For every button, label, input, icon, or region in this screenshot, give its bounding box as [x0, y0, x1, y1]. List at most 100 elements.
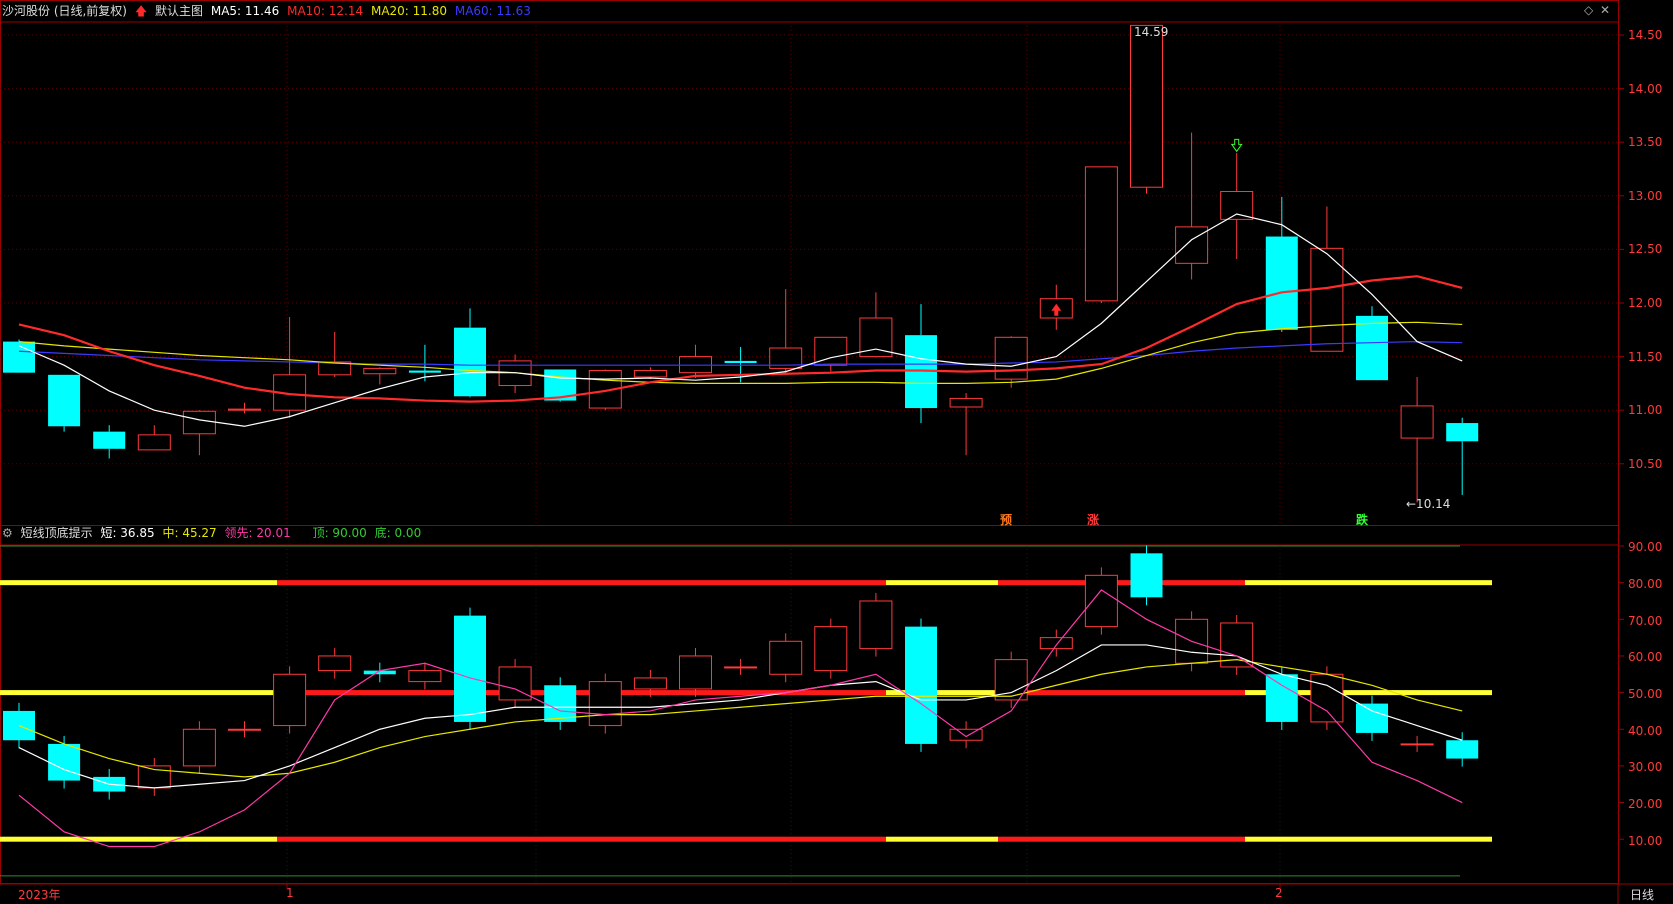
- ma5-label: MA5: 11.46: [210, 4, 280, 18]
- osc-axis-tick: 60.00: [1628, 650, 1663, 664]
- candle-body: [1400, 405, 1434, 439]
- candle-body: [949, 397, 983, 408]
- x-axis-year-label: 2023年: [18, 888, 61, 902]
- high-price-label: 14.59: [1134, 25, 1169, 39]
- price-axis-tick: 11.00: [1628, 403, 1663, 417]
- osc-axis-tick: 30.00: [1628, 760, 1663, 774]
- close-icon[interactable]: ✕: [1600, 3, 1610, 17]
- osc-candle-body: [182, 728, 216, 767]
- candle-body: [1084, 166, 1118, 302]
- candle-body: [93, 431, 126, 449]
- candle-body: [633, 370, 667, 378]
- kline-chart[interactable]: [0, 0, 1673, 904]
- candle-body: [1175, 226, 1209, 264]
- osc-candle-body: [633, 677, 667, 690]
- candle-body: [1356, 315, 1388, 381]
- pre-signal-marker: 预: [1000, 513, 1013, 527]
- candle-body: [1265, 236, 1298, 330]
- osc-candle-body: [228, 728, 261, 731]
- ma5-line: [18, 213, 1463, 427]
- osc-candle-body: [3, 710, 35, 741]
- short-value: 短: 36.85: [100, 526, 155, 540]
- indicator-title[interactable]: 短线顶底提示: [21, 526, 93, 540]
- threshold-band: [277, 580, 886, 586]
- candle-body: [724, 360, 757, 364]
- osc-candle-body: [679, 655, 712, 690]
- osc-candle-body: [1265, 674, 1298, 722]
- osc-candle-body: [814, 626, 848, 672]
- price-axis-tick: 12.00: [1628, 296, 1663, 310]
- price-axis-tick: 13.00: [1628, 189, 1663, 203]
- osc-axis-tick: 10.00: [1628, 834, 1663, 848]
- candle-body: [994, 336, 1028, 380]
- price-axis-tick: 14.50: [1628, 28, 1663, 42]
- osc-candle-body: [1130, 553, 1163, 598]
- sub-panel-header: ⚙ 短线顶底提示 短: 36.85 中: 45.27 领先: 20.01 顶: …: [2, 524, 425, 542]
- chart-template-label[interactable]: 默认主图: [155, 4, 203, 18]
- osc-candle-body: [48, 743, 81, 781]
- candle-body: [1446, 423, 1479, 442]
- settings-icon[interactable]: ⚙: [2, 526, 13, 540]
- threshold-band: [998, 836, 1245, 842]
- price-axis-tick: 14.00: [1628, 82, 1663, 96]
- diamond-icon[interactable]: ◇: [1584, 3, 1593, 17]
- main-panel-frame: [0, 0, 1619, 526]
- ma60-label: MA60: 11.63: [454, 4, 531, 18]
- osc-candle-body: [454, 615, 486, 722]
- ma10-label: MA10: 12.14: [287, 4, 364, 18]
- osc-axis-tick: 70.00: [1628, 614, 1663, 628]
- candle-body: [48, 374, 81, 427]
- candle-body: [1130, 24, 1163, 188]
- threshold-band: [0, 580, 277, 586]
- candle-body: [228, 408, 261, 411]
- low-price-label: ←10.14: [1406, 497, 1451, 511]
- threshold-band: [886, 836, 998, 842]
- threshold-band: [277, 836, 886, 842]
- osc-mid-line: [18, 659, 1463, 778]
- osc-candle-body: [408, 670, 442, 683]
- osc-candle-body: [859, 600, 893, 650]
- main-panel-header: 沙河股份 (日线,前复权) 🡅 默认主图 MA5: 11.46 MA10: 12…: [2, 2, 535, 20]
- price-axis-tick: 13.50: [1628, 135, 1663, 149]
- osc-axis-tick: 50.00: [1628, 687, 1663, 701]
- rise-signal-marker: 涨: [1087, 513, 1100, 527]
- osc-candle-body: [1400, 743, 1434, 746]
- price-axis-tick: 12.50: [1628, 242, 1663, 256]
- osc-candle-body: [1356, 703, 1388, 733]
- osc-candle-body: [588, 681, 622, 727]
- osc-candle-body: [318, 655, 352, 672]
- bottom-value: 底: 0.00: [374, 526, 422, 540]
- osc-axis-tick: 40.00: [1628, 724, 1663, 738]
- osc-candle-body: [273, 673, 307, 727]
- threshold-band: [0, 836, 277, 842]
- osc-axis-tick: 80.00: [1628, 577, 1663, 591]
- price-axis-tick: 10.50: [1628, 457, 1663, 471]
- period-button[interactable]: 日线: [1626, 886, 1658, 903]
- red-up-arrow-icon: 🡅: [134, 4, 148, 18]
- x-axis-month-label: 1: [286, 886, 294, 900]
- threshold-band: [1245, 580, 1492, 586]
- mid-value: 中: 45.27: [162, 526, 217, 540]
- threshold-band: [0, 690, 277, 696]
- stock-title[interactable]: 沙河股份 (日线,前复权): [2, 4, 127, 18]
- osc-candle-body: [544, 685, 577, 722]
- candle-body: [454, 327, 486, 397]
- osc-candle-body: [1310, 673, 1344, 723]
- osc-candle-body: [724, 666, 758, 669]
- osc-candle-body: [1446, 740, 1479, 759]
- osc-axis-tick: 90.00: [1628, 540, 1663, 554]
- osc-axis-tick: 20.00: [1628, 797, 1663, 811]
- price-axis-tick: 11.50: [1628, 350, 1663, 364]
- ma20-label: MA20: 11.80: [370, 4, 448, 18]
- candle-body: [363, 367, 397, 375]
- osc-candle-body: [1084, 574, 1118, 628]
- threshold-band: [998, 580, 1245, 586]
- threshold-band: [1245, 836, 1492, 842]
- osc-candle-body: [905, 626, 937, 744]
- candle-body: [1220, 191, 1254, 220]
- lead-value: 领先: 20.01: [224, 526, 291, 540]
- osc-candle-body: [949, 728, 983, 741]
- threshold-band: [886, 580, 998, 586]
- top-value: 顶: 90.00: [312, 526, 367, 540]
- candle-body: [182, 410, 216, 435]
